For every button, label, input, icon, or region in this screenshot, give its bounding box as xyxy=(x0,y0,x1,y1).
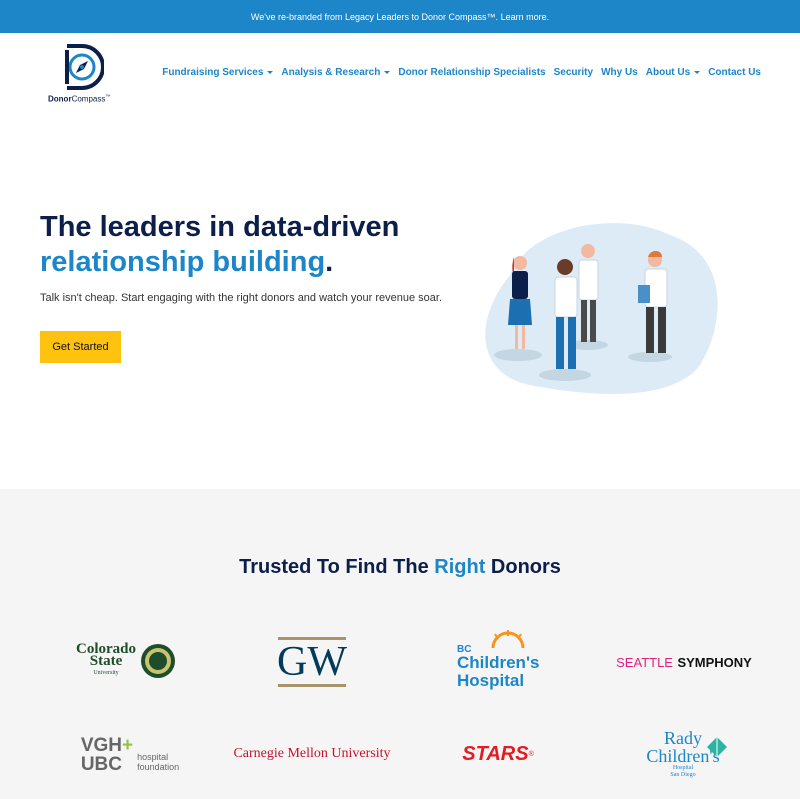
vgh-ubc-foundation-logo: VGH+ UBC hospital foundation xyxy=(80,735,180,775)
nav-why-us[interactable]: Why Us xyxy=(597,67,642,78)
colorado-state-logo: Colorado State University xyxy=(66,636,186,686)
nav-analysis-research[interactable]: Analysis & Research xyxy=(277,67,394,78)
nav-security[interactable]: Security xyxy=(550,67,597,78)
banner-text: We've re-branded from Legacy Leaders to … xyxy=(250,11,499,22)
nav-donor-relationship-specialists[interactable]: Donor Relationship Specialists xyxy=(394,67,549,78)
sun-icon xyxy=(491,630,525,649)
chevron-down-icon xyxy=(267,71,274,74)
compass-logo-icon xyxy=(65,44,104,90)
nav-fundraising-services[interactable]: Fundraising Services xyxy=(158,67,277,78)
gw-logo: GW xyxy=(277,637,347,687)
announcement-banner: We've re-branded from Legacy Leaders to … xyxy=(0,0,800,33)
seattle-symphony-logo: SEATTLE SYMPHONY xyxy=(616,654,752,670)
donor-compass-logo[interactable]: DonorCompass™ xyxy=(44,44,134,106)
hero-subtitle: Talk isn't cheap. Start engaging with th… xyxy=(40,292,443,304)
stars-logo: STARS ® xyxy=(462,742,534,765)
main-nav: Fundraising Services Analysis & Research… xyxy=(158,67,765,78)
carnegie-mellon-logo: Carnegie Mellon University xyxy=(233,746,391,761)
get-started-button[interactable]: Get Started xyxy=(40,331,121,363)
kite-icon xyxy=(707,737,727,757)
logo-wordmark: DonorCompass™ xyxy=(48,94,111,104)
chevron-down-icon xyxy=(384,71,391,74)
hero-title: The leaders in data-driven relationship … xyxy=(40,211,400,278)
trusted-title: Trusted To Find The Right Donors xyxy=(239,556,561,578)
learn-more-link[interactable]: Learn more. xyxy=(501,12,550,22)
nav-contact-us[interactable]: Contact Us xyxy=(704,67,765,78)
rady-childrens-logo: Rady Children's Hospital San Diego xyxy=(634,724,732,784)
bc-childrens-hospital-logo: BC Children's Hospital xyxy=(455,630,550,692)
site-header: DonorCompass™ Fundraising Services Analy… xyxy=(0,33,800,113)
chevron-down-icon xyxy=(694,71,701,74)
ram-seal-icon xyxy=(141,644,175,678)
nav-about-us[interactable]: About Us xyxy=(642,67,704,78)
team-meeting-illustration xyxy=(485,223,718,394)
